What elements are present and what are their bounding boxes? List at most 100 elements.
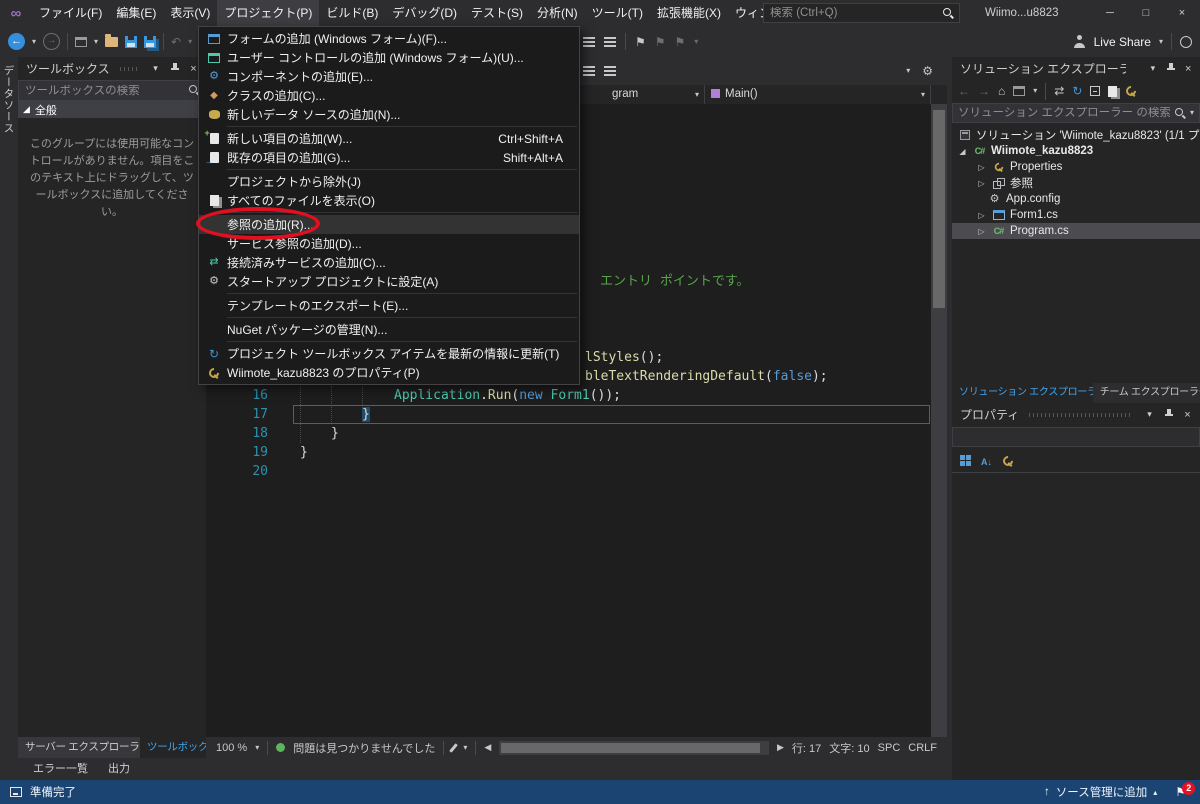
tree-item-project[interactable]: ◢ Wiimote_kazu8823 xyxy=(952,143,1200,159)
tree-item-references[interactable]: ▷ 参照 xyxy=(952,175,1200,191)
collapsed-arrow-icon[interactable]: ▷ xyxy=(976,163,987,172)
menu-file[interactable]: ファイル(F) xyxy=(32,0,109,26)
tab-server-explorer[interactable]: サーバー エクスプローラー xyxy=(18,737,140,758)
search-icon[interactable] xyxy=(942,7,953,19)
bookmark-toggle-icon[interactable]: ⚑ xyxy=(635,36,646,48)
menu-item-show-all-files[interactable]: すべてのファイルを表示(O) xyxy=(199,191,579,210)
tree-item-solution[interactable]: ソリューション 'Wiimote_kazu8823' (1/1 プロジェク xyxy=(952,127,1200,143)
home-icon[interactable]: ⌂ xyxy=(998,85,1005,97)
quick-search-input[interactable] xyxy=(770,7,937,19)
chevron-down-icon[interactable]: ▾ xyxy=(695,91,699,99)
code-health-icon[interactable] xyxy=(276,743,286,752)
menu-debug[interactable]: デバッグ(D) xyxy=(385,0,464,26)
properties-object-combobox[interactable] xyxy=(952,427,1200,447)
chevron-down-icon[interactable]: ▾ xyxy=(921,91,925,99)
scroll-left-icon[interactable]: ◀ xyxy=(484,743,491,752)
menu-item-add-component[interactable]: ⚙ コンポーネントの追加(E)... xyxy=(199,67,579,86)
quick-search[interactable] xyxy=(763,3,960,23)
new-project-caret-icon[interactable]: ▾ xyxy=(94,37,98,46)
source-control-caret-icon[interactable]: ▴ xyxy=(1153,788,1157,797)
undo-icon[interactable]: ↶ xyxy=(171,36,181,48)
zoom-caret-icon[interactable]: ▾ xyxy=(255,743,259,752)
close-panel-icon[interactable]: × xyxy=(1180,409,1195,421)
zoom-level[interactable]: 100 % xyxy=(216,742,247,754)
tree-item-programcs[interactable]: ▷ Program.cs xyxy=(952,223,1200,239)
menu-item-add-existing-item[interactable]: 既存の項目の追加(G)... Shift+Alt+A xyxy=(199,148,579,167)
code-health-text[interactable]: 問題は見つかりませんでした xyxy=(293,740,435,756)
menu-item-refresh-toolbox[interactable]: ↻ プロジェクト ツールボックス アイテムを最新の情報に更新(T) xyxy=(199,344,579,363)
maximize-icon[interactable]: □ xyxy=(1128,0,1164,26)
properties-wrench-icon[interactable] xyxy=(1002,455,1014,467)
tab-team-explorer[interactable]: チーム エクスプローラー xyxy=(1093,383,1200,403)
window-position-caret-icon[interactable]: ▾ xyxy=(1142,409,1157,420)
save-icon[interactable] xyxy=(125,35,138,48)
window-position-caret-icon[interactable]: ▾ xyxy=(148,63,163,74)
menu-tools[interactable]: ツール(T) xyxy=(585,0,650,26)
tab-error-list[interactable]: エラー一覧 xyxy=(24,758,97,780)
menu-item-add-form[interactable]: フォームの追加 (Windows フォーム)(F)... xyxy=(199,29,579,48)
new-project-icon[interactable] xyxy=(75,36,88,47)
menu-item-add-service-reference[interactable]: サービス参照の追加(D)... xyxy=(199,234,579,253)
collapsed-arrow-icon[interactable]: ▷ xyxy=(976,227,987,236)
horizontal-scrollbar[interactable] xyxy=(499,740,769,755)
toolbar-overflow-caret-icon[interactable]: ▾ xyxy=(906,67,910,75)
edit-mode-pen-icon[interactable] xyxy=(449,742,459,753)
menu-item-manage-nuget[interactable]: NuGet パッケージの管理(N)... xyxy=(199,320,579,339)
comment-lines-icon[interactable] xyxy=(583,66,595,76)
navigate-forward-icon[interactable]: → xyxy=(43,33,61,50)
minimize-icon[interactable]: ─ xyxy=(1092,0,1128,26)
live-share-label[interactable]: Live Share xyxy=(1094,35,1151,49)
save-all-icon[interactable] xyxy=(144,35,157,48)
menu-item-set-as-startup[interactable]: ⚙ スタートアップ プロジェクトに設定(A) xyxy=(199,272,579,291)
expanded-arrow-icon[interactable]: ◢ xyxy=(957,147,968,156)
search-caret-icon[interactable]: ▾ xyxy=(1190,109,1194,117)
window-position-caret-icon[interactable]: ▾ xyxy=(1146,63,1160,74)
toolbox-group-general[interactable]: ◢ 全般 xyxy=(18,101,206,118)
menu-item-add-new-item[interactable]: 新しい項目の追加(W)... Ctrl+Shift+A xyxy=(199,128,579,148)
edit-mode-caret-icon[interactable]: ▾ xyxy=(463,743,467,752)
scrollbar-thumb[interactable] xyxy=(501,742,761,753)
navigate-back-icon[interactable]: ← xyxy=(8,33,25,50)
tab-solution-explorer[interactable]: ソリューション エクスプローラー xyxy=(952,383,1093,403)
scroll-right-icon[interactable]: ▶ xyxy=(777,743,784,752)
menu-item-add-reference[interactable]: 参照の追加(R)... xyxy=(199,215,579,234)
background-tasks-icon[interactable] xyxy=(10,787,22,797)
toolbox-search-input[interactable] xyxy=(25,84,184,97)
data-sources-tab[interactable]: データソース xyxy=(2,65,17,134)
menu-item-export-template[interactable]: テンプレートのエクスポート(E)... xyxy=(199,296,579,315)
collapsed-arrow-icon[interactable]: ▷ xyxy=(976,211,987,220)
collapsed-arrow-icon[interactable]: ▷ xyxy=(976,179,987,188)
drag-grip[interactable] xyxy=(1029,412,1132,417)
close-icon[interactable]: × xyxy=(1164,0,1200,26)
alphabetical-sort-icon[interactable] xyxy=(981,454,992,468)
menu-item-add-user-control[interactable]: ユーザー コントロールの追加 (Windows フォーム)(U)... xyxy=(199,48,579,67)
pin-icon[interactable] xyxy=(1161,408,1176,421)
tab-output[interactable]: 出力 xyxy=(99,758,139,780)
menu-view[interactable]: 表示(V) xyxy=(163,0,217,26)
switch-views-caret-icon[interactable]: ▾ xyxy=(1033,87,1037,95)
collapse-all-icon[interactable] xyxy=(1090,86,1101,96)
drag-grip[interactable] xyxy=(119,66,138,71)
solution-explorer-search[interactable]: ▾ xyxy=(952,103,1200,123)
uncomment-lines-icon[interactable] xyxy=(604,66,616,76)
search-icon[interactable] xyxy=(1175,107,1185,119)
menu-item-project-properties[interactable]: Wiimote_kazu8823 のプロパティ(P) xyxy=(199,363,579,382)
tree-item-form1[interactable]: ▷ Form1.cs xyxy=(952,207,1200,223)
refresh-icon[interactable]: ↻ xyxy=(1072,85,1082,97)
pin-icon[interactable] xyxy=(1164,62,1178,75)
close-panel-icon[interactable]: × xyxy=(1181,63,1195,75)
navigate-back-caret-icon[interactable]: ▾ xyxy=(32,37,36,46)
toolbox-search[interactable] xyxy=(18,80,206,101)
menu-extensions[interactable]: 拡張機能(X) xyxy=(650,0,728,26)
categorized-view-icon[interactable] xyxy=(960,455,971,466)
menu-edit[interactable]: 編集(E) xyxy=(109,0,163,26)
menu-item-exclude-from-project[interactable]: プロジェクトから除外(J) xyxy=(199,172,579,191)
bookmark-prev-icon[interactable]: ⚑ xyxy=(655,36,666,48)
bookmark-next-icon[interactable]: ⚑ xyxy=(675,36,686,48)
properties-wrench-icon[interactable] xyxy=(1125,85,1137,97)
switch-views-icon[interactable] xyxy=(1013,86,1026,96)
feedback-smiley-icon[interactable] xyxy=(1180,35,1192,48)
customize-toolbar-gear-icon[interactable]: ⚙ xyxy=(922,65,933,77)
show-all-files-icon[interactable] xyxy=(1108,85,1118,97)
menu-project[interactable]: プロジェクト(P) xyxy=(217,0,320,26)
